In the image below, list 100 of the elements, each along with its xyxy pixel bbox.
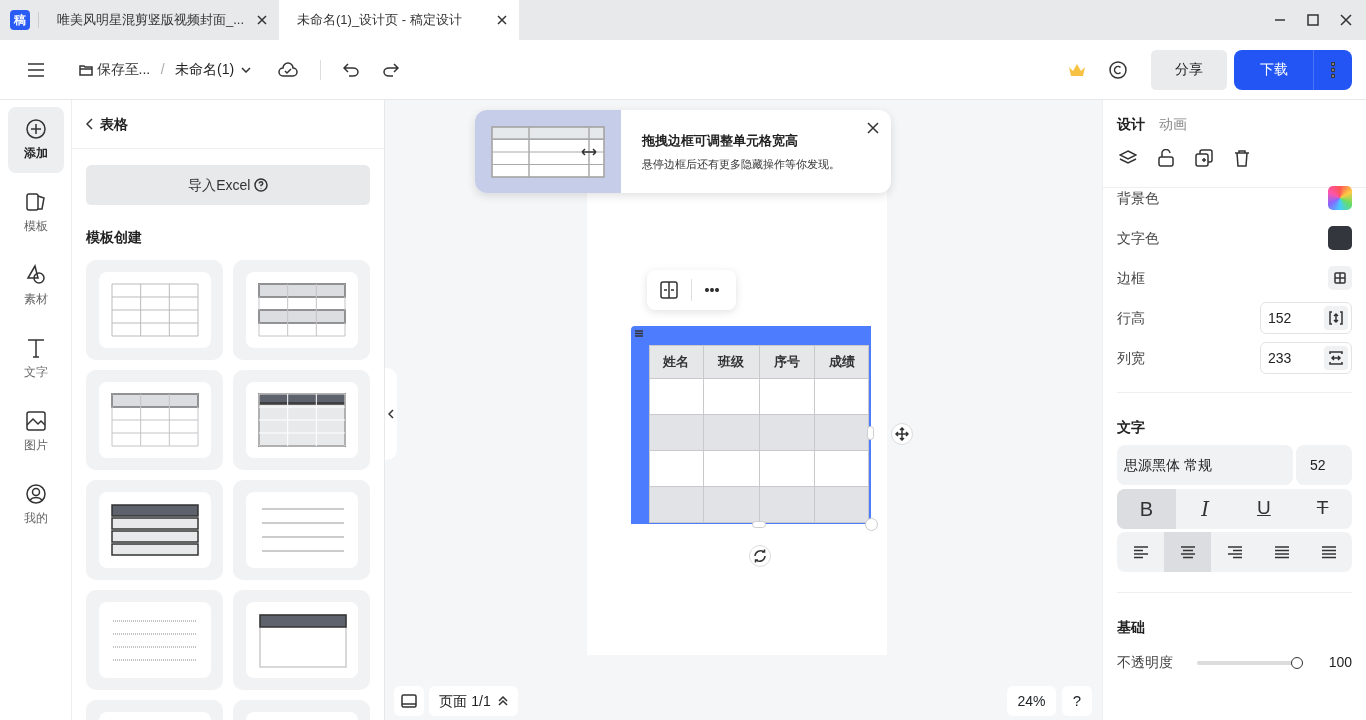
page-view-button[interactable] [394, 686, 424, 716]
panel-icon [401, 694, 417, 708]
property-label: 文字色 [1117, 228, 1159, 248]
more-vertical-icon [1331, 61, 1335, 78]
column-header: 姓名 [650, 346, 704, 379]
tip-text: 悬停边框后还有更多隐藏操作等你发现。 [642, 157, 840, 172]
align-icon [1179, 545, 1196, 559]
sidebar-item[interactable]: 添加 [7, 107, 64, 173]
breadcrumb-separator: / [160, 60, 165, 79]
font-size-field[interactable]: 52 [1296, 445, 1352, 485]
copyright-icon[interactable] [1109, 60, 1127, 79]
align-icon [1226, 545, 1243, 559]
property-label: 不透明度 [1117, 653, 1174, 672]
template-card[interactable] [233, 590, 370, 690]
section-title: 基础 [1117, 618, 1146, 637]
tip-title: 拖拽边框可调整单元格宽高 [642, 131, 799, 150]
property-label: 列宽 [1117, 348, 1145, 368]
chevrons-up-icon [497, 696, 508, 706]
sidebar-item[interactable]: 模板 [7, 180, 64, 246]
opacity-value: 100 [1328, 653, 1352, 672]
layers-icon[interactable] [1119, 149, 1137, 167]
undo-icon[interactable] [343, 62, 360, 77]
chevron-left-icon [388, 409, 394, 419]
sidebar-item[interactable]: 我的 [7, 472, 64, 538]
section-title: 文字 [1117, 418, 1146, 437]
font-family-dropdown[interactable]: 思源黑体 常规 [1117, 445, 1293, 485]
help-icon [253, 178, 268, 192]
slider-thumb[interactable] [1291, 656, 1303, 669]
move-button[interactable] [891, 423, 913, 445]
collapse-panel-handle[interactable] [385, 368, 397, 460]
trash-icon[interactable] [1234, 149, 1250, 167]
column-header: 成绩 [815, 346, 869, 379]
menu-icon[interactable] [27, 62, 45, 77]
opacity-slider[interactable] [1197, 655, 1303, 670]
number-field[interactable]: 233 [1260, 342, 1352, 374]
browser-tab[interactable]: 未命名(1)_设计页 - 稿定设计 [279, 0, 519, 40]
folder-icon [79, 63, 93, 76]
section-title: 模板创建 [86, 228, 143, 247]
number-field[interactable]: 152 [1260, 302, 1352, 334]
image-icon [24, 410, 47, 433]
close-icon[interactable] [1340, 14, 1352, 26]
import-excel-button[interactable]: 导入Excel [86, 165, 370, 205]
app-logo: 稿 [10, 10, 30, 30]
grid-icon [1334, 272, 1346, 284]
file-name-dropdown[interactable]: 未命名(1) [168, 55, 259, 84]
maximize-icon[interactable] [1307, 14, 1319, 26]
align-icon [1132, 545, 1149, 559]
more-icon[interactable] [705, 288, 719, 292]
inspector-tab[interactable]: 动画 [1159, 114, 1187, 135]
material-icon [24, 264, 47, 287]
template-card[interactable] [86, 480, 223, 580]
row-menu-icon[interactable] [635, 330, 643, 337]
add-icon [24, 118, 47, 141]
share-button[interactable]: 分享 [1151, 49, 1227, 90]
align-center-button[interactable] [1164, 532, 1211, 572]
row-height-icon [1328, 311, 1343, 325]
panel-title: 表格 [100, 114, 128, 134]
text-color-swatch[interactable] [1328, 226, 1352, 250]
lock-open-icon[interactable] [1158, 149, 1174, 167]
property-label: 边框 [1117, 268, 1145, 288]
split-cells-icon[interactable] [660, 281, 678, 299]
close-icon[interactable] [497, 15, 507, 25]
mine-icon [24, 483, 47, 506]
inspector-tab[interactable]: 设计 [1117, 114, 1145, 135]
column-width-icon [1328, 351, 1343, 365]
page-selector[interactable]: 页面 1/1 [429, 686, 518, 716]
template-card[interactable] [233, 260, 370, 360]
chevron-down-icon [241, 66, 252, 73]
rotate-icon [753, 549, 767, 563]
column-header: 序号 [759, 346, 816, 379]
underline-button[interactable]: U [1234, 488, 1294, 529]
align-icon [1273, 545, 1290, 559]
redo-icon[interactable] [383, 62, 400, 77]
property-label: 行高 [1117, 308, 1145, 328]
zoom-level-button[interactable]: 24% [1007, 686, 1056, 716]
sidebar-item[interactable]: 素材 [7, 253, 64, 319]
bold-button[interactable]: B [1117, 488, 1176, 529]
template-card[interactable] [86, 370, 223, 470]
column-header: 班级 [703, 346, 760, 379]
close-icon[interactable] [867, 122, 879, 134]
browser-tab[interactable]: 唯美风明星混剪竖版视频封面_... [39, 0, 279, 40]
duplicate-icon[interactable] [1195, 149, 1213, 167]
resize-handle[interactable] [867, 426, 874, 440]
help-button[interactable]: ? [1062, 686, 1092, 716]
template-card[interactable] [233, 370, 370, 470]
strike-button[interactable]: T [1293, 488, 1352, 529]
border-button[interactable] [1328, 266, 1352, 290]
background-color-swatch[interactable] [1328, 186, 1352, 210]
resize-handle[interactable] [752, 521, 766, 528]
template-icon [24, 191, 47, 214]
save-location-button[interactable]: 保存至... [72, 55, 158, 84]
property-label: 背景色 [1117, 189, 1159, 208]
italic-button[interactable]: I [1175, 488, 1235, 529]
sidebar-item[interactable]: 文字 [7, 326, 64, 392]
cloud-check-icon[interactable] [278, 61, 299, 78]
align-icon [1320, 545, 1337, 559]
sidebar-item[interactable]: 图片 [7, 399, 64, 465]
back-icon[interactable] [86, 118, 93, 130]
move-icon [895, 427, 909, 441]
close-icon[interactable] [257, 15, 267, 25]
